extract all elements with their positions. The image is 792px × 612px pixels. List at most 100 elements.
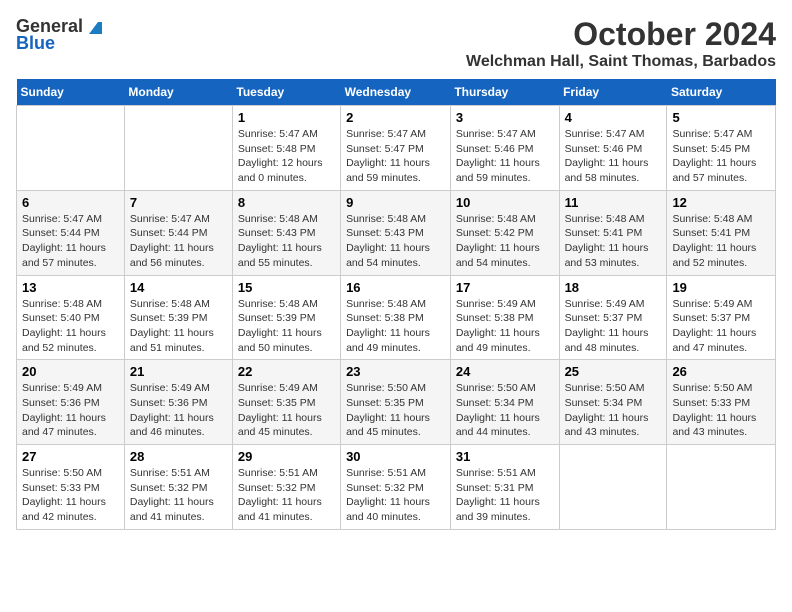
calendar-cell: 5 Sunrise: 5:47 AM Sunset: 5:45 PM Dayli… xyxy=(667,106,776,191)
calendar-cell: 30 Sunrise: 5:51 AM Sunset: 5:32 PM Dayl… xyxy=(341,445,451,530)
calendar-cell: 9 Sunrise: 5:48 AM Sunset: 5:43 PM Dayli… xyxy=(341,190,451,275)
sunset-text: Sunset: 5:32 PM xyxy=(346,482,424,494)
weekday-header-wednesday: Wednesday xyxy=(341,79,451,106)
day-number: 28 xyxy=(130,449,227,464)
sunrise-text: Sunrise: 5:48 AM xyxy=(346,298,426,310)
calendar-cell: 8 Sunrise: 5:48 AM Sunset: 5:43 PM Dayli… xyxy=(232,190,340,275)
sunrise-text: Sunrise: 5:49 AM xyxy=(22,382,102,394)
calendar-cell: 19 Sunrise: 5:49 AM Sunset: 5:37 PM Dayl… xyxy=(667,275,776,360)
sunrise-text: Sunrise: 5:47 AM xyxy=(672,128,752,140)
calendar-cell: 26 Sunrise: 5:50 AM Sunset: 5:33 PM Dayl… xyxy=(667,360,776,445)
sunset-text: Sunset: 5:33 PM xyxy=(22,482,100,494)
sunset-text: Sunset: 5:35 PM xyxy=(346,397,424,409)
daylight-text: Daylight: 11 hours and 56 minutes. xyxy=(130,242,214,269)
sunset-text: Sunset: 5:45 PM xyxy=(672,143,750,155)
daylight-text: Daylight: 11 hours and 43 minutes. xyxy=(565,412,649,439)
sunrise-text: Sunrise: 5:48 AM xyxy=(238,298,318,310)
day-number: 17 xyxy=(456,280,554,295)
sunset-text: Sunset: 5:31 PM xyxy=(456,482,534,494)
daylight-text: Daylight: 11 hours and 40 minutes. xyxy=(346,496,430,523)
sunset-text: Sunset: 5:39 PM xyxy=(130,312,208,324)
daylight-text: Daylight: 11 hours and 52 minutes. xyxy=(672,242,756,269)
logo-icon xyxy=(84,18,102,36)
sunset-text: Sunset: 5:47 PM xyxy=(346,143,424,155)
calendar-week-1: 1 Sunrise: 5:47 AM Sunset: 5:48 PM Dayli… xyxy=(17,106,776,191)
title-section: October 2024 Welchman Hall, Saint Thomas… xyxy=(466,16,776,71)
sunrise-text: Sunrise: 5:50 AM xyxy=(672,382,752,394)
sunrise-text: Sunrise: 5:51 AM xyxy=(238,467,318,479)
calendar-cell xyxy=(559,445,667,530)
sunrise-text: Sunrise: 5:47 AM xyxy=(238,128,318,140)
calendar-week-3: 13 Sunrise: 5:48 AM Sunset: 5:40 PM Dayl… xyxy=(17,275,776,360)
weekday-header-saturday: Saturday xyxy=(667,79,776,106)
sunset-text: Sunset: 5:38 PM xyxy=(346,312,424,324)
sunset-text: Sunset: 5:41 PM xyxy=(672,227,750,239)
sunset-text: Sunset: 5:40 PM xyxy=(22,312,100,324)
calendar-cell: 27 Sunrise: 5:50 AM Sunset: 5:33 PM Dayl… xyxy=(17,445,125,530)
day-number: 29 xyxy=(238,449,335,464)
daylight-text: Daylight: 11 hours and 52 minutes. xyxy=(22,327,106,354)
daylight-text: Daylight: 11 hours and 49 minutes. xyxy=(456,327,540,354)
sunset-text: Sunset: 5:44 PM xyxy=(130,227,208,239)
sunset-text: Sunset: 5:32 PM xyxy=(130,482,208,494)
sunset-text: Sunset: 5:48 PM xyxy=(238,143,316,155)
daylight-text: Daylight: 11 hours and 46 minutes. xyxy=(130,412,214,439)
calendar-cell: 11 Sunrise: 5:48 AM Sunset: 5:41 PM Dayl… xyxy=(559,190,667,275)
daylight-text: Daylight: 11 hours and 45 minutes. xyxy=(346,412,430,439)
sunset-text: Sunset: 5:35 PM xyxy=(238,397,316,409)
sunrise-text: Sunrise: 5:48 AM xyxy=(130,298,210,310)
sunset-text: Sunset: 5:34 PM xyxy=(565,397,643,409)
header-row: SundayMondayTuesdayWednesdayThursdayFrid… xyxy=(17,79,776,106)
sunrise-text: Sunrise: 5:48 AM xyxy=(565,213,645,225)
daylight-text: Daylight: 11 hours and 41 minutes. xyxy=(130,496,214,523)
month-title: October 2024 xyxy=(466,16,776,53)
sunset-text: Sunset: 5:33 PM xyxy=(672,397,750,409)
day-number: 18 xyxy=(565,280,662,295)
day-number: 4 xyxy=(565,110,662,125)
weekday-header-monday: Monday xyxy=(124,79,232,106)
sunrise-text: Sunrise: 5:48 AM xyxy=(672,213,752,225)
daylight-text: Daylight: 11 hours and 53 minutes. xyxy=(565,242,649,269)
day-number: 24 xyxy=(456,364,554,379)
day-number: 14 xyxy=(130,280,227,295)
day-number: 13 xyxy=(22,280,119,295)
day-number: 15 xyxy=(238,280,335,295)
daylight-text: Daylight: 11 hours and 59 minutes. xyxy=(346,157,430,184)
sunrise-text: Sunrise: 5:48 AM xyxy=(456,213,536,225)
daylight-text: Daylight: 11 hours and 43 minutes. xyxy=(672,412,756,439)
day-number: 5 xyxy=(672,110,770,125)
daylight-text: Daylight: 11 hours and 54 minutes. xyxy=(456,242,540,269)
calendar-cell xyxy=(124,106,232,191)
sunrise-text: Sunrise: 5:50 AM xyxy=(565,382,645,394)
sunrise-text: Sunrise: 5:47 AM xyxy=(565,128,645,140)
sunrise-text: Sunrise: 5:47 AM xyxy=(456,128,536,140)
day-number: 19 xyxy=(672,280,770,295)
sunrise-text: Sunrise: 5:51 AM xyxy=(130,467,210,479)
calendar-cell: 15 Sunrise: 5:48 AM Sunset: 5:39 PM Dayl… xyxy=(232,275,340,360)
logo: General Blue xyxy=(16,16,102,54)
weekday-header-thursday: Thursday xyxy=(450,79,559,106)
calendar-cell: 7 Sunrise: 5:47 AM Sunset: 5:44 PM Dayli… xyxy=(124,190,232,275)
calendar-cell: 22 Sunrise: 5:49 AM Sunset: 5:35 PM Dayl… xyxy=(232,360,340,445)
day-number: 22 xyxy=(238,364,335,379)
daylight-text: Daylight: 11 hours and 50 minutes. xyxy=(238,327,322,354)
daylight-text: Daylight: 11 hours and 48 minutes. xyxy=(565,327,649,354)
day-number: 16 xyxy=(346,280,445,295)
sunrise-text: Sunrise: 5:48 AM xyxy=(238,213,318,225)
day-number: 6 xyxy=(22,195,119,210)
day-number: 27 xyxy=(22,449,119,464)
sunset-text: Sunset: 5:39 PM xyxy=(238,312,316,324)
sunrise-text: Sunrise: 5:48 AM xyxy=(22,298,102,310)
calendar-cell: 21 Sunrise: 5:49 AM Sunset: 5:36 PM Dayl… xyxy=(124,360,232,445)
sunrise-text: Sunrise: 5:50 AM xyxy=(346,382,426,394)
calendar-week-5: 27 Sunrise: 5:50 AM Sunset: 5:33 PM Dayl… xyxy=(17,445,776,530)
weekday-header-tuesday: Tuesday xyxy=(232,79,340,106)
sunset-text: Sunset: 5:44 PM xyxy=(22,227,100,239)
sunset-text: Sunset: 5:36 PM xyxy=(22,397,100,409)
sunrise-text: Sunrise: 5:49 AM xyxy=(456,298,536,310)
calendar-table: SundayMondayTuesdayWednesdayThursdayFrid… xyxy=(16,79,776,530)
calendar-cell: 18 Sunrise: 5:49 AM Sunset: 5:37 PM Dayl… xyxy=(559,275,667,360)
daylight-text: Daylight: 11 hours and 44 minutes. xyxy=(456,412,540,439)
day-number: 25 xyxy=(565,364,662,379)
daylight-text: Daylight: 11 hours and 54 minutes. xyxy=(346,242,430,269)
